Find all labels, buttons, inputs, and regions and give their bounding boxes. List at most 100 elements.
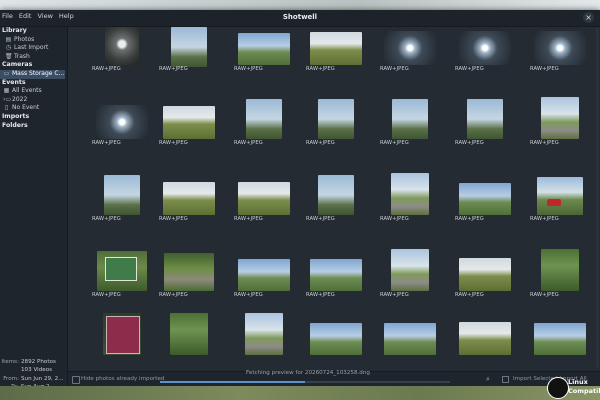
- hide-imported-checkbox[interactable]: [72, 376, 80, 384]
- folder-icon: ›▭: [3, 95, 12, 103]
- sidebar-heading-cameras[interactable]: Cameras: [0, 61, 67, 70]
- photo-format-label: RAW+JPEG: [306, 292, 335, 298]
- items-key: Items:: [1, 359, 19, 365]
- photo-thumbnail[interactable]: [459, 258, 511, 291]
- photo-format-label: RAW+JPEG: [159, 66, 188, 72]
- photo-thumbnail[interactable]: [391, 173, 429, 215]
- photo-thumbnail[interactable]: [238, 33, 290, 65]
- photo-thumbnail[interactable]: [103, 313, 141, 355]
- photo-format-label: RAW+JPEG: [159, 216, 188, 222]
- sidebar-item-all-events[interactable]: ▦ All Events: [0, 87, 67, 96]
- photo-format-label: RAW+JPEG: [455, 292, 484, 298]
- photo-thumbnail[interactable]: [318, 99, 354, 139]
- camera-icon: ▭: [3, 69, 10, 77]
- no-event-icon: ▯: [4, 104, 9, 112]
- close-icon[interactable]: ×: [583, 12, 594, 23]
- sign-board: [105, 257, 137, 281]
- photo-thumbnail[interactable]: [238, 259, 290, 291]
- events-icon: ▦: [3, 87, 10, 95]
- photo-thumbnail[interactable]: [104, 175, 140, 215]
- sign-board: [106, 316, 140, 354]
- photo-format-label: RAW+JPEG: [380, 66, 409, 72]
- photo-thumbnail[interactable]: [459, 183, 511, 215]
- sidebar: Library ▤ Photos ◷ Last Import 🗑 Trash C…: [0, 27, 68, 399]
- photo-thumbnail[interactable]: [238, 182, 290, 215]
- photo-format-label: RAW+JPEG: [234, 292, 263, 298]
- photo-thumbnail[interactable]: [245, 313, 283, 355]
- photo-thumbnail[interactable]: [96, 105, 148, 139]
- from-key: From:: [3, 375, 19, 382]
- photo-thumbnail[interactable]: [310, 32, 362, 65]
- photo-thumbnail[interactable]: [534, 323, 586, 355]
- import-selected-checkbox[interactable]: [502, 376, 509, 383]
- sidebar-item-label: No Event: [12, 104, 40, 112]
- sidebar-heading-events[interactable]: Events: [0, 79, 67, 88]
- search-icon[interactable]: ⌕: [486, 375, 490, 384]
- photo-thumbnail[interactable]: [392, 99, 428, 139]
- photo-thumbnail[interactable]: [170, 313, 208, 355]
- photo-thumbnail[interactable]: [391, 249, 429, 291]
- sidebar-item-2022[interactable]: ›▭ 2022: [0, 96, 67, 105]
- photo-format-label: RAW+JPEG: [306, 66, 335, 72]
- photo-thumbnail[interactable]: [318, 175, 354, 215]
- sidebar-heading-folders[interactable]: Folders: [0, 122, 67, 131]
- photo-thumbnail[interactable]: [541, 97, 579, 139]
- grid-scrollbar[interactable]: [596, 28, 599, 368]
- photo-thumbnail[interactable]: [105, 27, 139, 65]
- photo-format-label: RAW+JPEG: [234, 216, 263, 222]
- window-title: Shotwell: [282, 13, 318, 21]
- photo-format-label: RAW+JPEG: [234, 66, 263, 72]
- sidebar-item-label: All Events: [12, 87, 42, 95]
- photo-thumbnail[interactable]: [537, 177, 583, 215]
- photo-format-label: RAW+JPEG: [159, 140, 188, 146]
- photo-thumbnail[interactable]: [171, 27, 207, 67]
- sidebar-heading-imports[interactable]: Imports: [0, 113, 67, 122]
- photo-thumbnail[interactable]: [163, 106, 215, 139]
- photo-format-label: RAW+JPEG: [92, 292, 121, 298]
- photo-thumbnail[interactable]: [246, 99, 282, 139]
- photo-thumbnail[interactable]: [384, 323, 436, 355]
- photo-thumbnail[interactable]: [310, 259, 362, 291]
- photo-thumbnail[interactable]: [97, 251, 147, 291]
- sidebar-item-mass-storage[interactable]: ▭ Mass Storage C...: [0, 69, 65, 79]
- photo-format-label: RAW+JPEG: [380, 292, 409, 298]
- from-date: Sun Jun 29, 2...: [21, 375, 64, 382]
- photo-thumbnail[interactable]: [541, 249, 579, 291]
- sidebar-heading-library[interactable]: Library: [0, 27, 67, 36]
- sidebar-item-last-import[interactable]: ◷ Last Import: [0, 44, 67, 53]
- photo-format-label: RAW+JPEG: [455, 216, 484, 222]
- photo-thumbnail[interactable]: [164, 253, 214, 291]
- photo-thumbnail[interactable]: [467, 99, 503, 139]
- photo-thumbnail[interactable]: [310, 323, 362, 355]
- trash-icon: 🗑: [5, 52, 13, 60]
- photo-thumbnail[interactable]: [384, 31, 436, 65]
- photo-format-label: RAW+JPEG: [530, 140, 559, 146]
- desktop-background-bottom: [0, 386, 600, 400]
- photo-thumbnail[interactable]: [459, 31, 511, 65]
- sidebar-item-label: 2022: [12, 95, 28, 103]
- photo-format-label: RAW+JPEG: [92, 66, 121, 72]
- photo-format-label: RAW+JPEG: [306, 216, 335, 222]
- videos-count: 103 Videos: [21, 367, 53, 374]
- watermark-line2: Compatib: [568, 387, 600, 395]
- photo-format-label: RAW+JPEG: [92, 216, 121, 222]
- photo-thumbnail[interactable]: [459, 322, 511, 355]
- sidebar-item-no-event[interactable]: ▯ No Event: [0, 104, 67, 113]
- sidebar-item-label: Mass Storage C...: [12, 69, 65, 77]
- photo-grid: RAW+JPEG RAW+JPEG RAW+JPEG RAW+JPEG RAW+JPEG…: [68, 27, 600, 371]
- sidebar-item-photos[interactable]: ▤ Photos: [0, 36, 67, 45]
- photo-format-label: RAW+JPEG: [530, 216, 559, 222]
- photo-format-label: RAW+JPEG: [306, 140, 335, 146]
- photo-thumbnail[interactable]: [163, 182, 215, 215]
- shotwell-window: File Edit View Help Shotwell × Library ▤…: [0, 10, 600, 399]
- photo-format-label: RAW+JPEG: [530, 292, 559, 298]
- linux-compatible-watermark: Linux Compatib: [547, 374, 600, 400]
- photos-count: 2892 Photos: [21, 359, 56, 365]
- photo-thumbnail[interactable]: [534, 31, 586, 65]
- photo-format-label: RAW+JPEG: [234, 140, 263, 146]
- sidebar-item-label: Last Import: [14, 44, 49, 52]
- photo-format-label: RAW+JPEG: [530, 66, 559, 72]
- photo-format-label: RAW+JPEG: [92, 140, 121, 146]
- photo-format-label: RAW+JPEG: [380, 216, 409, 222]
- sidebar-item-trash[interactable]: 🗑 Trash: [0, 53, 67, 62]
